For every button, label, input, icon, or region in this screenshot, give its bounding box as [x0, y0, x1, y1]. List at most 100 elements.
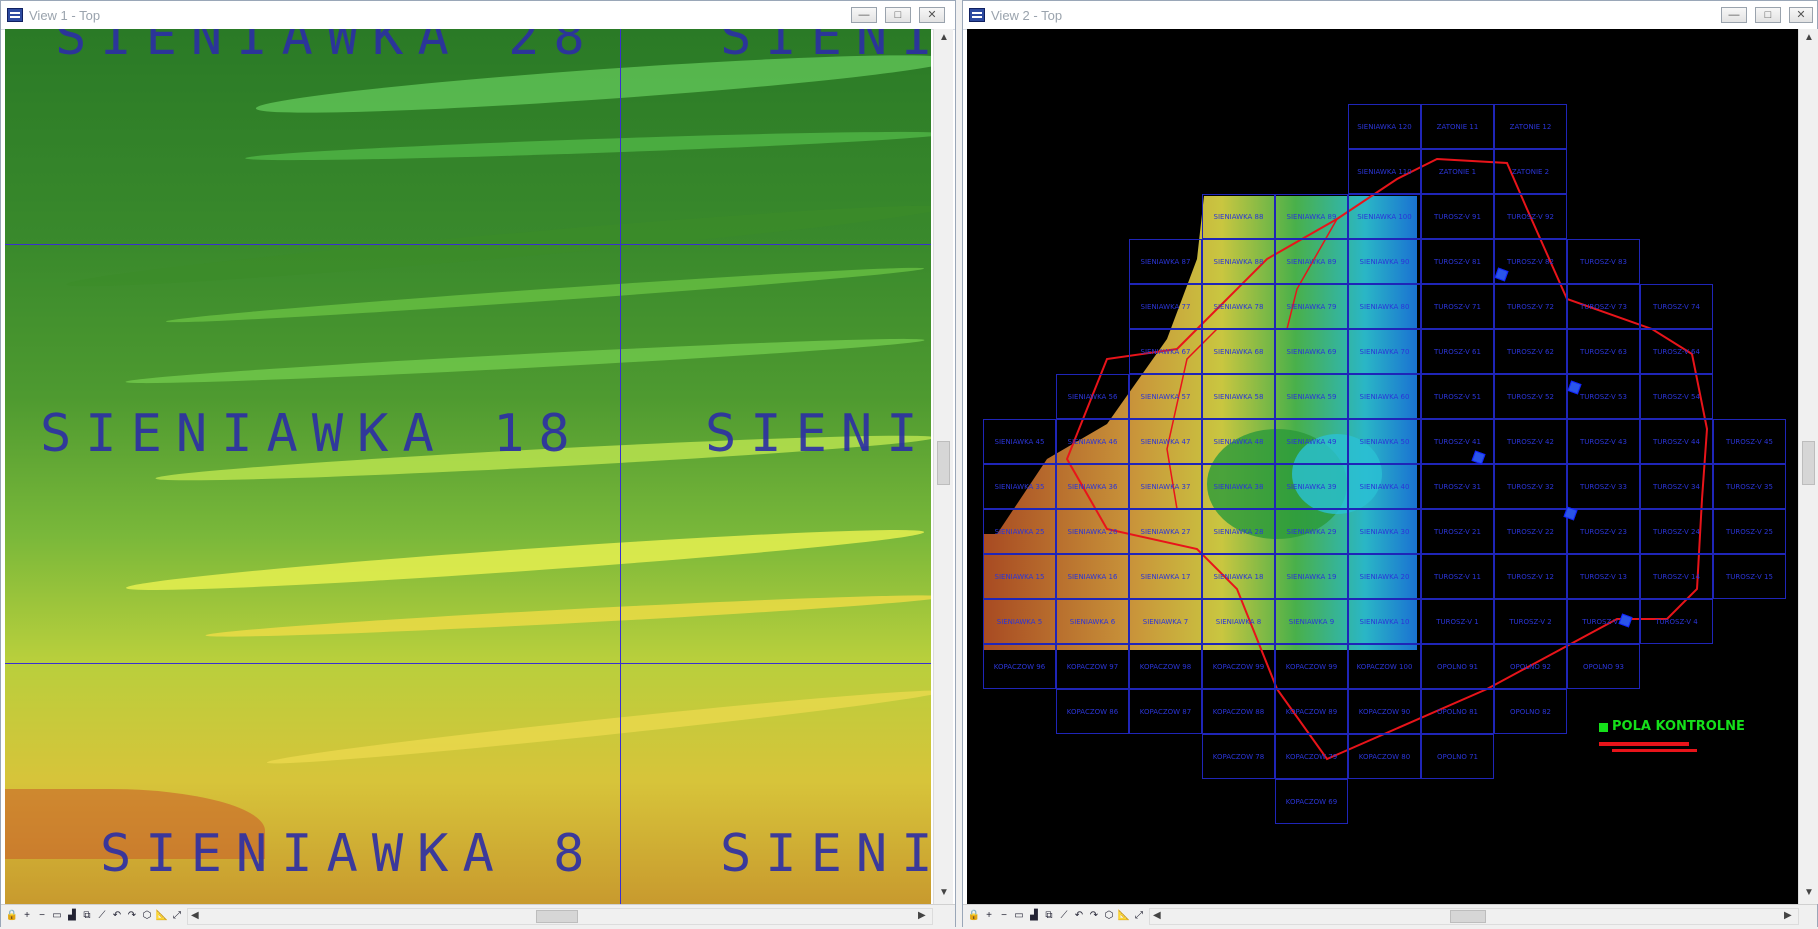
line-icon[interactable]: ⟋ [1057, 908, 1071, 924]
sheet-cell[interactable]: ZATONIE 11 [1421, 104, 1494, 149]
ruler-icon[interactable]: 📐 [1117, 908, 1131, 924]
sheet-cell[interactable]: ZATONIE 1 [1421, 149, 1494, 194]
undo-icon[interactable]: ↶ [1072, 908, 1086, 924]
sheet-cell[interactable]: SIENIAWKA 29 [1275, 509, 1348, 554]
sheet-cell[interactable]: TUROSZ-V 11 [1421, 554, 1494, 599]
sheet-cell[interactable]: TUROSZ-V 61 [1421, 329, 1494, 374]
sheet-cell[interactable]: TUROSZ-V 81 [1421, 239, 1494, 284]
sheet-cell[interactable]: SIENIAWKA 19 [1275, 554, 1348, 599]
sheet-cell[interactable]: SIENIAWKA 47 [1129, 419, 1202, 464]
sheet-cell[interactable]: SIENIAWKA 17 [1129, 554, 1202, 599]
sheet-cell[interactable]: TUROSZ-V 54 [1640, 374, 1713, 419]
sheet-cell[interactable]: OPOLNO 81 [1421, 689, 1494, 734]
minimize-button[interactable]: — [851, 7, 877, 23]
sheet-cell[interactable]: SIENIAWKA 78 [1202, 284, 1275, 329]
minus-icon[interactable]: − [997, 908, 1011, 924]
sheet-cell[interactable]: TUROSZ-V 21 [1421, 509, 1494, 554]
view-2-titlebar[interactable]: View 2 - Top — □ ✕ [963, 1, 1817, 30]
sheet-cell[interactable]: TUROSZ-V 45 [1713, 419, 1786, 464]
sheet-cell[interactable]: SIENIAWKA 100 [1348, 194, 1421, 239]
sheet-cell[interactable]: TUROSZ-V 12 [1494, 554, 1567, 599]
shape-icon[interactable]: ⬡ [140, 908, 154, 924]
view-1-horizontal-scrollbar[interactable]: ◀ ▶ [187, 908, 933, 925]
sheet-cell[interactable]: SIENIAWKA 88 [1202, 239, 1275, 284]
sheet-cell[interactable]: SIENIAWKA 120 [1348, 104, 1421, 149]
sheet-cell[interactable]: SIENIAWKA 8 [1202, 599, 1275, 644]
view-1-canvas[interactable]: SIENIAWKA 28 SIENI SIENIAWKA 18 SIENIA S… [5, 29, 931, 904]
sheet-cell[interactable]: SIENIAWKA 16 [1056, 554, 1129, 599]
sheet-cell[interactable]: SIENIAWKA 49 [1275, 419, 1348, 464]
close-button[interactable]: ✕ [1789, 7, 1813, 23]
view-1-vertical-scrollbar[interactable]: ▲ ▼ [933, 29, 953, 904]
sheet-cell[interactable]: SIENIAWKA 35 [983, 464, 1056, 509]
sheet-cell[interactable]: SIENIAWKA 45 [983, 419, 1056, 464]
sheet-cell[interactable]: KOPACZOW 99 [1202, 644, 1275, 689]
plus-icon[interactable]: + [982, 908, 996, 924]
sheet-cell[interactable]: TUROSZ-V 43 [1567, 419, 1640, 464]
close-button[interactable]: ✕ [919, 7, 945, 23]
sheet-cell[interactable]: KOPACZOW 78 [1202, 734, 1275, 779]
sheet-cell[interactable]: ZATONIE 12 [1494, 104, 1567, 149]
sheet-cell[interactable]: KOPACZOW 79 [1275, 734, 1348, 779]
sheet-cell[interactable]: SIENIAWKA 30 [1348, 509, 1421, 554]
sheet-cell[interactable]: TUROSZ-V 74 [1640, 284, 1713, 329]
sheet-cell[interactable]: SIENIAWKA 80 [1348, 284, 1421, 329]
scroll-down-arrow[interactable]: ▼ [1804, 887, 1814, 898]
sheet-cell[interactable]: TUROSZ-V 51 [1421, 374, 1494, 419]
sheet-cell[interactable]: SIENIAWKA 36 [1056, 464, 1129, 509]
sheet-cell[interactable]: SIENIAWKA 9 [1275, 599, 1348, 644]
sheet-cell[interactable]: OPOLNO 92 [1494, 644, 1567, 689]
sheet-cell[interactable]: TUROSZ-V 71 [1421, 284, 1494, 329]
sheet-cell[interactable]: KOPACZOW 86 [1056, 689, 1129, 734]
scroll-up-arrow[interactable]: ▲ [939, 32, 949, 43]
view-2-horizontal-scrollbar[interactable]: ◀ ▶ [1149, 908, 1799, 925]
sheet-cell[interactable]: TUROSZ-V 33 [1567, 464, 1640, 509]
sheet-cell[interactable]: TUROSZ-V 25 [1713, 509, 1786, 554]
sheet-cell[interactable]: TUROSZ-V 42 [1494, 419, 1567, 464]
scroll-left-arrow[interactable]: ◀ [1153, 910, 1161, 921]
sheet-cell[interactable]: TUROSZ-V 2 [1494, 599, 1567, 644]
sheet-cell[interactable]: SIENIAWKA 57 [1129, 374, 1202, 419]
sheet-cell[interactable]: OPOLNO 82 [1494, 689, 1567, 734]
sheet-cell[interactable]: TUROSZ-V 92 [1494, 194, 1567, 239]
sheet-cell[interactable]: TUROSZ-V 63 [1567, 329, 1640, 374]
view-2-window[interactable]: View 2 - Top — □ ✕ SIENIAWKA 120 ZATONIE… [962, 0, 1818, 929]
scroll-thumb[interactable] [937, 441, 950, 485]
lock-icon[interactable]: 🔒 [5, 908, 19, 924]
sheet-cell[interactable]: SIENIAWKA 59 [1275, 374, 1348, 419]
sheet-cell[interactable]: SIENIAWKA 28 [1202, 509, 1275, 554]
copy-icon[interactable]: ⧉ [80, 908, 94, 924]
view-2-vertical-scrollbar[interactable]: ▲ ▼ [1798, 29, 1818, 904]
sheet-cell[interactable]: SIENIAWKA 90 [1348, 239, 1421, 284]
sheet-cell[interactable]: SIENIAWKA 5 [983, 599, 1056, 644]
sheet-cell[interactable]: SIENIAWKA 70 [1348, 329, 1421, 374]
view-1-window[interactable]: View 1 - Top — □ ✕ SIENIAWKA 28 SIENI SI… [0, 0, 956, 929]
scroll-up-arrow[interactable]: ▲ [1804, 32, 1814, 43]
sheet-cell[interactable]: SIENIAWKA 50 [1348, 419, 1421, 464]
sheet-cell[interactable]: KOPACZOW 89 [1275, 689, 1348, 734]
sheet-cell[interactable]: SIENIAWKA 77 [1129, 284, 1202, 329]
sheet-cell[interactable]: SIENIAWKA 48 [1202, 419, 1275, 464]
sheet-cell[interactable]: TUROSZ-V 34 [1640, 464, 1713, 509]
extent-icon[interactable]: ⤢ [1132, 908, 1146, 924]
sheet-cell[interactable]: SIENIAWKA 79 [1275, 284, 1348, 329]
sheet-cell[interactable]: SIENIAWKA 15 [983, 554, 1056, 599]
sheet-cell[interactable]: KOPACZOW 100 [1348, 644, 1421, 689]
window-icon[interactable]: ▭ [50, 908, 64, 924]
sheet-cell[interactable]: SIENIAWKA 7 [1129, 599, 1202, 644]
scroll-right-arrow[interactable]: ▶ [1784, 910, 1792, 921]
sheet-cell[interactable]: TUROSZ-V 22 [1494, 509, 1567, 554]
sheet-cell[interactable]: TUROSZ-V 52 [1494, 374, 1567, 419]
sheet-cell[interactable]: KOPACZOW 69 [1275, 779, 1348, 824]
copy-icon[interactable]: ⧉ [1042, 908, 1056, 924]
sheet-cell[interactable]: SIENIAWKA 68 [1202, 329, 1275, 374]
sheet-cell[interactable]: OPOLNO 91 [1421, 644, 1494, 689]
sheet-cell[interactable]: SIENIAWKA 18 [1202, 554, 1275, 599]
sheet-cell[interactable]: SIENIAWKA 67 [1129, 329, 1202, 374]
sheet-cell[interactable]: SIENIAWKA 89 [1275, 239, 1348, 284]
sheet-cell[interactable]: SIENIAWKA 10 [1348, 599, 1421, 644]
sheet-cell[interactable]: TUROSZ-V 31 [1421, 464, 1494, 509]
undo-icon[interactable]: ↶ [110, 908, 124, 924]
minimize-button[interactable]: — [1721, 7, 1747, 23]
sheet-cell[interactable]: KOPACZOW 80 [1348, 734, 1421, 779]
